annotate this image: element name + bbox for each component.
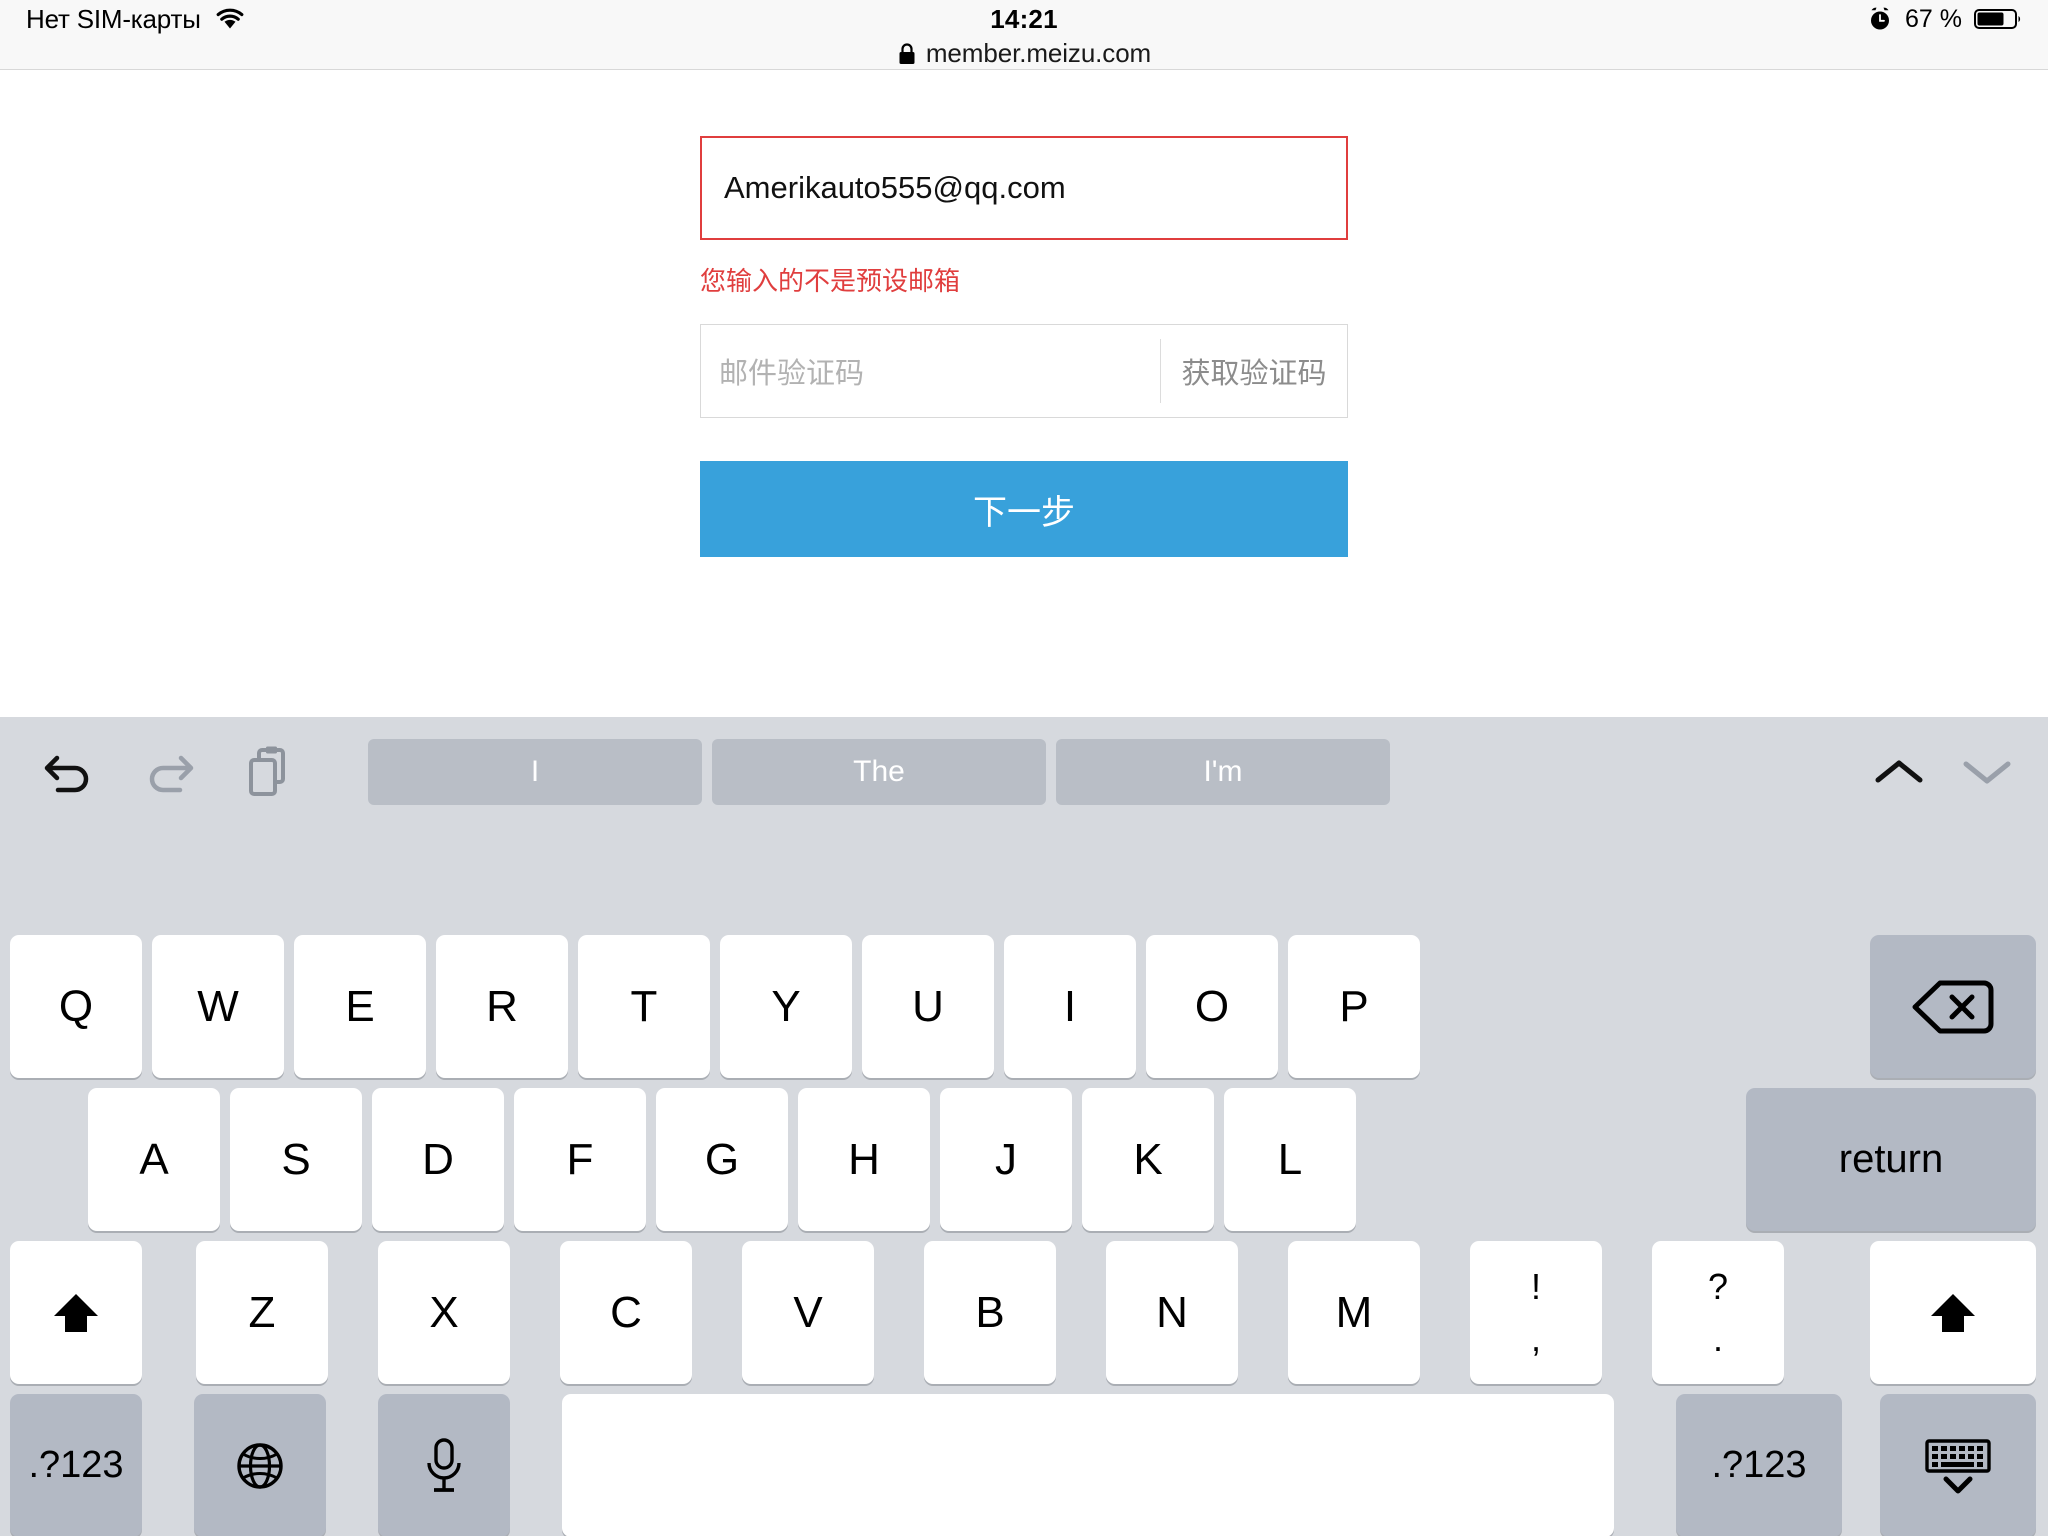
email-error-message: 您输入的不是预设邮箱 [700,267,961,297]
battery-percent-label: 67 % [1905,4,1962,33]
suggestion-bar: I The I'm [368,739,1390,805]
key-d[interactable]: D [372,1088,504,1231]
undo-icon[interactable] [40,743,98,801]
key-k[interactable]: K [1082,1088,1214,1231]
key-s[interactable]: S [230,1088,362,1231]
redo-icon[interactable] [140,743,198,801]
suggestion-item[interactable]: The [712,739,1046,805]
key-y[interactable]: Y [720,935,852,1078]
verification-code-input[interactable]: 邮件验证码 [701,325,1160,417]
key-a[interactable]: A [88,1088,220,1231]
next-step-button[interactable]: 下一步 [700,461,1348,557]
keyboard-row-3: Z X C V B N M ! , ? . [0,1241,2048,1384]
keyboard-row-4: .?123 .?123 [0,1394,2048,1536]
verification-code-placeholder: 邮件验证码 [719,356,865,390]
key-l[interactable]: L [1224,1088,1356,1231]
send-code-button[interactable]: 获取验证码 [1161,325,1347,417]
key-o[interactable]: O [1146,935,1278,1078]
key-x[interactable]: X [378,1241,510,1384]
microphone-icon[interactable] [378,1394,510,1536]
key-n[interactable]: N [1106,1241,1238,1384]
key-f[interactable]: F [514,1088,646,1231]
key-q[interactable]: Q [10,935,142,1078]
screen: Нет SIM-карты 14:21 67 % member.meizu.co… [0,0,2048,1536]
suggestion-item[interactable]: I'm [1056,739,1390,805]
url-text: member.meizu.com [925,38,1152,68]
numeric-key-right[interactable]: .?123 [1676,1394,1842,1536]
verification-code-row: 邮件验证码 获取验证码 [700,324,1348,418]
clock-label: 14:21 [990,3,1058,34]
space-key[interactable] [562,1394,1614,1536]
key-p[interactable]: P [1288,935,1420,1078]
chevron-down-icon[interactable] [1958,743,2016,801]
on-screen-keyboard: I The I'm Q W E R T Y U I O P A S D F G … [0,717,2048,1536]
keyboard-toolbar-left [40,717,298,826]
web-page-content: Amerikauto555@qq.com 您输入的不是预设邮箱 邮件验证码 获取… [0,71,2048,717]
key-b[interactable]: B [924,1241,1056,1384]
key-v[interactable]: V [742,1241,874,1384]
key-t[interactable]: T [578,935,710,1078]
key-comma-label: , [1530,1317,1541,1359]
key-u[interactable]: U [862,935,994,1078]
suggestion-item[interactable]: I [368,739,702,805]
suggestion-label: The [853,755,905,788]
battery-icon [1974,7,2022,31]
send-code-label: 获取验证码 [1181,356,1327,390]
key-r[interactable]: R [436,935,568,1078]
shift-key-right[interactable] [1870,1241,2036,1384]
email-field[interactable]: Amerikauto555@qq.com [700,136,1348,240]
status-bar: Нет SIM-карты 14:21 67 % [0,0,2048,38]
status-bar-right: 67 % [1867,0,2022,38]
key-question-label: ? [1707,1265,1729,1307]
key-w[interactable]: W [152,935,284,1078]
dismiss-keyboard-icon[interactable] [1880,1394,2036,1536]
paste-icon[interactable] [240,743,298,801]
email-verification-form: Amerikauto555@qq.com 您输入的不是预设邮箱 邮件验证码 获取… [700,136,1348,557]
key-c[interactable]: C [560,1241,692,1384]
suggestion-label: I [530,755,540,788]
lock-icon [897,42,917,66]
key-g[interactable]: G [656,1088,788,1231]
suggestion-label: I'm [1203,755,1243,788]
keyboard-toolbar-right [1870,717,2016,826]
return-key[interactable]: return [1746,1088,2036,1231]
key-exclamation-label: ! [1530,1265,1541,1307]
key-m[interactable]: M [1288,1241,1420,1384]
url-bar[interactable]: member.meizu.com [0,38,2048,70]
next-step-label: 下一步 [973,492,1075,533]
keyboard-toolbar: I The I'm [0,717,2048,826]
chevron-up-icon[interactable] [1870,743,1928,801]
status-bar-center: 14:21 [0,0,2048,38]
shift-key-left[interactable] [10,1241,142,1384]
key-j[interactable]: J [940,1088,1072,1231]
backspace-key[interactable] [1870,935,2036,1078]
key-period-label: . [1712,1317,1723,1359]
alarm-clock-icon [1867,6,1893,32]
key-question-period[interactable]: ? . [1652,1241,1784,1384]
email-value: Amerikauto555@qq.com [724,170,1066,205]
key-h[interactable]: H [798,1088,930,1231]
keyboard-row-2: A S D F G H J K L return [0,1088,2048,1231]
key-exclamation-comma[interactable]: ! , [1470,1241,1602,1384]
key-i[interactable]: I [1004,935,1136,1078]
globe-icon[interactable] [194,1394,326,1536]
key-z[interactable]: Z [196,1241,328,1384]
numeric-key-left[interactable]: .?123 [10,1394,142,1536]
keyboard-row-1: Q W E R T Y U I O P [0,935,2048,1078]
key-e[interactable]: E [294,935,426,1078]
